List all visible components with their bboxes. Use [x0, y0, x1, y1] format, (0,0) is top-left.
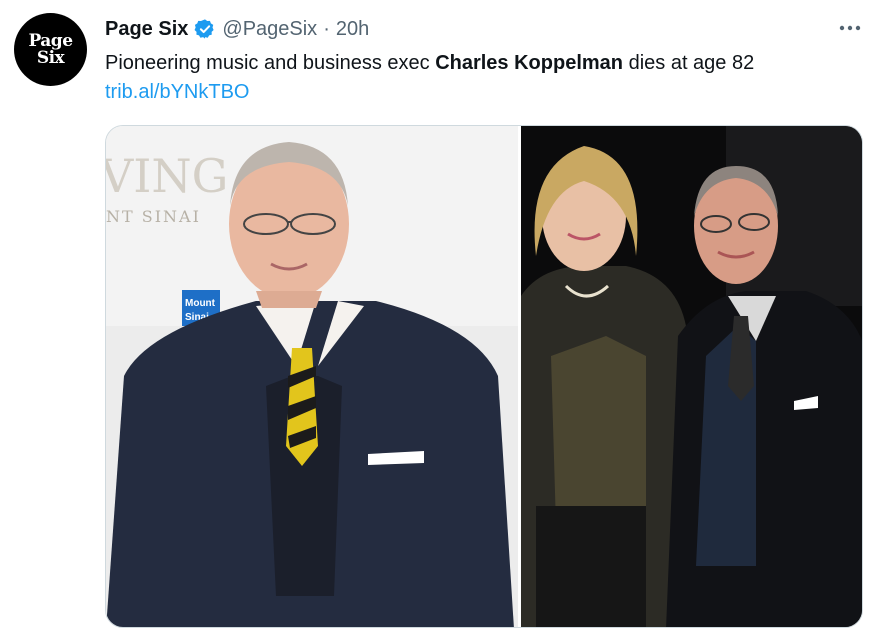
- tweet-text-start: Pioneering music and business exec: [105, 52, 436, 74]
- logo-text-line1: Mount: [185, 298, 216, 309]
- verified-badge-icon: [194, 18, 216, 40]
- tweet-text-bold-name: Charles Koppelman: [435, 52, 624, 74]
- separator-dot: ·: [323, 17, 330, 40]
- avatar-text-line2: Six: [36, 47, 65, 68]
- right-man-jacket: [666, 291, 862, 627]
- backdrop-text-2: NT SINAI: [106, 207, 201, 226]
- tweet-link[interactable]: trib.al/bYNkTBO: [105, 79, 249, 106]
- tweet-media-image[interactable]: VING NT SINAI Mount Sinai: [105, 125, 863, 628]
- display-name[interactable]: Page Six: [105, 18, 188, 41]
- avatar-text-line1: Page: [28, 30, 73, 51]
- tweet-text: Pioneering music and business exec Charl…: [105, 50, 754, 77]
- tweet-header: Page Six @PageSix · 20h: [105, 15, 369, 43]
- more-horizontal-icon: [839, 25, 861, 31]
- tweet-timestamp[interactable]: 20h: [336, 18, 369, 41]
- account-handle[interactable]: @PageSix: [222, 18, 317, 41]
- avatar[interactable]: Page Six: [14, 13, 87, 86]
- tweet-text-end: dies at age 82: [623, 52, 755, 74]
- more-options-button[interactable]: [833, 15, 867, 41]
- backdrop-text-1: VING: [106, 149, 228, 203]
